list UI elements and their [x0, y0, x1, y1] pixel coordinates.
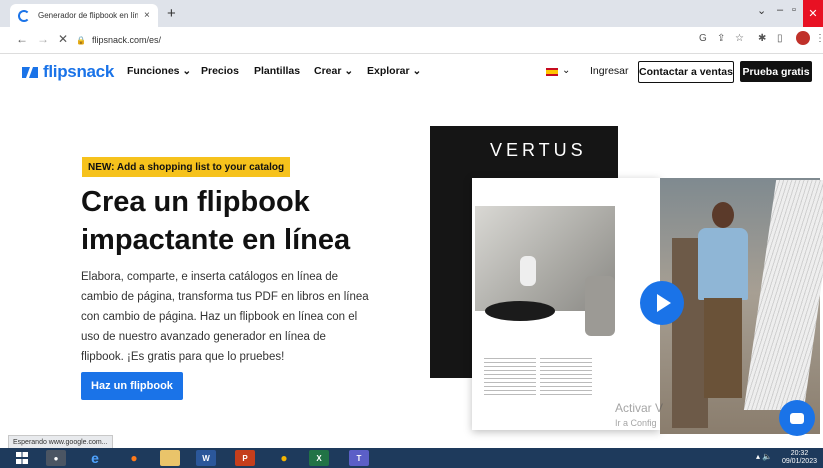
- close-tab-icon[interactable]: ×: [144, 10, 150, 21]
- file-explorer-icon[interactable]: [160, 450, 180, 466]
- excel-taskbar-icon[interactable]: X: [309, 450, 329, 466]
- clock-date: 09/01/2023: [781, 458, 817, 465]
- contact-sales-button[interactable]: Contactar a ventas: [638, 61, 734, 83]
- word-taskbar-icon[interactable]: W: [196, 450, 216, 466]
- browser-toolbar: ← → ✕ 🔒 flipsnack.com/es/ G ⇪ ☆ ✱ ▯ ⋮: [0, 27, 823, 54]
- vase-shape: [520, 256, 536, 286]
- back-icon[interactable]: ←: [16, 32, 28, 46]
- extensions-icon[interactable]: ✱: [758, 33, 766, 44]
- chrome-alt-taskbar-icon[interactable]: ●: [274, 450, 294, 466]
- profile-avatar[interactable]: [796, 31, 810, 45]
- person-body: [698, 228, 748, 300]
- logo-text: flipsnack: [43, 62, 114, 81]
- window-close-icon[interactable]: ✕: [803, 0, 823, 27]
- bookmark-star-icon[interactable]: ☆: [735, 33, 744, 44]
- magazine-brand: VERTUS: [490, 140, 587, 160]
- taskbar-clock[interactable]: 20:32 09/01/2023: [782, 450, 817, 466]
- watermark-line2: Ir a Config: [615, 418, 657, 428]
- free-trial-button[interactable]: Prueba gratis: [740, 61, 812, 82]
- clock-time: 20:32: [790, 450, 809, 457]
- person-head: [712, 202, 734, 228]
- powerpoint-taskbar-icon[interactable]: P: [235, 450, 255, 466]
- text-column: [484, 358, 536, 398]
- hero-description: Elabora, comparte, e inserta catálogos e…: [81, 271, 369, 363]
- maximize-icon[interactable]: ▫: [792, 4, 796, 16]
- flipsnack-logo[interactable]: flipsnack: [22, 62, 114, 82]
- spain-flag-icon[interactable]: [546, 68, 558, 76]
- tab-list-icon[interactable]: ⌄: [757, 4, 766, 17]
- person-legs: [704, 298, 742, 398]
- firefox-taskbar-icon[interactable]: ●: [124, 450, 144, 466]
- new-feature-badge[interactable]: NEW: Add a shopping list to your catalog: [82, 157, 291, 177]
- teams-taskbar-icon[interactable]: T: [349, 450, 369, 466]
- make-flipbook-button[interactable]: Haz un flipbook: [81, 372, 183, 400]
- nav-plantillas[interactable]: Plantillas: [254, 65, 300, 77]
- forward-icon[interactable]: →: [37, 32, 49, 46]
- loading-icon: [18, 9, 30, 22]
- share-icon[interactable]: ⇪: [717, 33, 725, 44]
- magazine-open-page: [472, 178, 660, 430]
- site-header: flipsnack Funciones ⌄ Precios Plantillas…: [0, 56, 823, 88]
- tab-title: Generador de flipbook en línea: [38, 11, 138, 20]
- table-shape: [485, 301, 555, 321]
- side-panel-icon[interactable]: ▯: [777, 33, 783, 44]
- living-room-photo: [475, 206, 615, 336]
- new-tab-button[interactable]: +: [167, 5, 176, 22]
- activation-watermark: Activar V Ir a Config: [615, 401, 663, 431]
- address-bar[interactable]: 🔒 flipsnack.com/es/: [76, 31, 676, 49]
- play-video-button[interactable]: [640, 281, 684, 325]
- nav-crear[interactable]: Crear ⌄: [314, 65, 353, 77]
- sofa-shape: [585, 276, 615, 336]
- chat-icon[interactable]: [779, 400, 815, 436]
- loading-status: Esperando www.google.com...: [8, 435, 113, 449]
- nav-explorar[interactable]: Explorar ⌄: [367, 65, 421, 77]
- hero-title: Crea un flipbook impactante en línea: [81, 186, 351, 256]
- url-text: flipsnack.com/es/: [91, 35, 161, 45]
- windows-taskbar: ● e ● W P ● X T ▴ 🔈 20:32 09/01/2023: [0, 448, 823, 468]
- chrome-taskbar-icon[interactable]: ●: [46, 450, 66, 466]
- login-link[interactable]: Ingresar: [590, 65, 629, 77]
- edge-taskbar-icon[interactable]: e: [85, 450, 105, 466]
- lock-icon: 🔒: [76, 35, 86, 45]
- windows-start-icon[interactable]: [16, 452, 28, 464]
- browser-tab[interactable]: Generador de flipbook en línea ×: [10, 4, 158, 27]
- flipsnack-logo-icon: [22, 66, 38, 78]
- text-column: [540, 358, 592, 398]
- browser-tabbar: Generador de flipbook en línea × + ⌄ – ▫…: [0, 0, 823, 27]
- language-chevron-down-icon[interactable]: ⌄: [562, 65, 570, 76]
- nav-funciones[interactable]: Funciones ⌄: [127, 65, 191, 77]
- menu-icon[interactable]: ⋮: [815, 33, 823, 44]
- volume-icon[interactable]: ▴ 🔈: [756, 452, 772, 461]
- watermark-line1: Activar V: [615, 401, 664, 415]
- nav-precios[interactable]: Precios: [201, 65, 239, 77]
- google-icon[interactable]: G: [699, 33, 707, 44]
- stop-loading-icon[interactable]: ✕: [58, 32, 68, 46]
- minimize-icon[interactable]: –: [777, 4, 783, 16]
